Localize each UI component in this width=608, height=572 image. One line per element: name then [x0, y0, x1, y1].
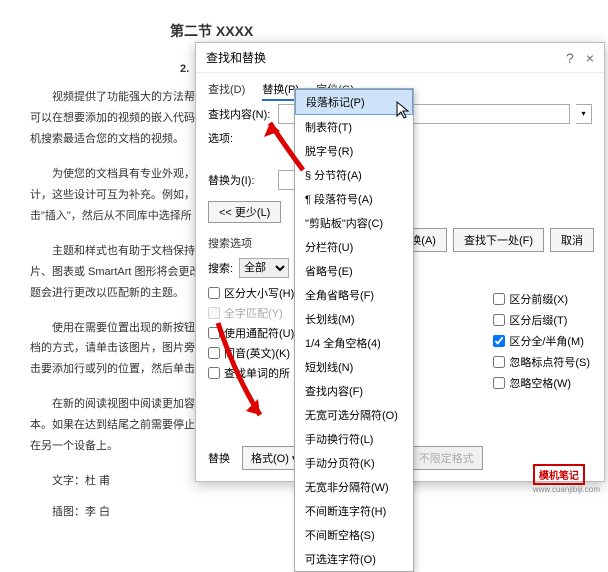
menu-item-endash[interactable]: 短划线(N) — [295, 355, 413, 379]
menu-item-ellipsis[interactable]: 省略号(E) — [295, 259, 413, 283]
menu-item-find-content[interactable]: 查找内容(F) — [295, 379, 413, 403]
logo-text: 模机笔记 — [533, 464, 585, 485]
logo-url: www.cuanjibiji.com — [533, 485, 600, 494]
search-direction-label: 搜索: — [208, 260, 233, 276]
menu-item-caret[interactable]: 脱字号(R) — [295, 139, 413, 163]
menu-item-nobreak-sep[interactable]: 无宽非分隔符(W) — [295, 475, 413, 499]
chk-suffix[interactable]: 区分后缀(T) — [493, 312, 590, 328]
chk-fullhalf[interactable]: 区分全/半角(M) — [493, 333, 590, 349]
menu-item-opt-hyphen[interactable]: 可选连字符(O) — [295, 547, 413, 571]
cancel-button[interactable]: 取消 — [550, 228, 594, 252]
help-icon[interactable]: ? — [566, 43, 574, 73]
special-format-menu: 段落标记(P) 制表符(T) 脱字号(R) § 分节符(A) ¶ 段落符号(A)… — [294, 88, 414, 572]
menu-item-nb-space[interactable]: 不间断空格(S) — [295, 523, 413, 547]
menu-item-manual-pb[interactable]: 手动分页符(K) — [295, 451, 413, 475]
replace-label: 替换为(I): — [208, 172, 272, 188]
menu-item-paragraph-mark[interactable]: 段落标记(P) — [295, 89, 413, 115]
menu-item-manual-lb[interactable]: 手动换行符(L) — [295, 427, 413, 451]
dialog-titlebar: 查找和替换 ? × — [196, 43, 604, 73]
menu-item-column-break[interactable]: 分栏符(U) — [295, 235, 413, 259]
menu-item-tab[interactable]: 制表符(T) — [295, 115, 413, 139]
watermark-logo: 模机笔记 www.cuanjibiji.com — [533, 464, 600, 494]
dropdown-icon[interactable]: ▾ — [576, 104, 592, 124]
menu-item-quarter-em[interactable]: 1/4 全角空格(4) — [295, 331, 413, 355]
options-label: 选项: — [208, 130, 272, 146]
chk-prefix[interactable]: 区分前缀(X) — [493, 291, 590, 307]
menu-item-opt-break[interactable]: 无宽可选分隔符(O) — [295, 403, 413, 427]
chk-space[interactable]: 忽略空格(W) — [493, 375, 590, 391]
menu-item-emdash[interactable]: 长划线(M) — [295, 307, 413, 331]
find-label: 查找内容(N): — [208, 106, 272, 122]
menu-item-para-symbol[interactable]: ¶ 段落符号(A) — [295, 187, 413, 211]
menu-item-nb-hyphen[interactable]: 不间断连字符(H) — [295, 499, 413, 523]
checkbox-right: 区分前缀(X) 区分后缀(T) 区分全/半角(M) 忽略标点符号(S) 忽略空格… — [493, 291, 590, 396]
doc-title: 第二节 XXXX — [170, 18, 578, 45]
menu-item-clipboard[interactable]: "剪贴板"内容(C) — [295, 211, 413, 235]
search-direction-select[interactable]: 全部 — [239, 258, 289, 278]
chk-punct[interactable]: 忽略标点符号(S) — [493, 354, 590, 370]
tab-find[interactable]: 查找(D) — [208, 84, 245, 96]
close-icon[interactable]: × — [586, 43, 594, 73]
replace-section-label: 替换 — [208, 450, 230, 466]
action-buttons: 替换(A) 查找下一处(F) 取消 — [388, 228, 594, 252]
less-options-button[interactable]: << 更少(L) — [208, 201, 281, 223]
find-next-button[interactable]: 查找下一处(F) — [453, 228, 544, 252]
no-limit-button: 不限定格式 — [410, 446, 483, 470]
menu-item-section[interactable]: § 分节符(A) — [295, 163, 413, 187]
dialog-title: 查找和替换 — [206, 43, 266, 73]
menu-item-full-ellipsis[interactable]: 全角省略号(F) — [295, 283, 413, 307]
